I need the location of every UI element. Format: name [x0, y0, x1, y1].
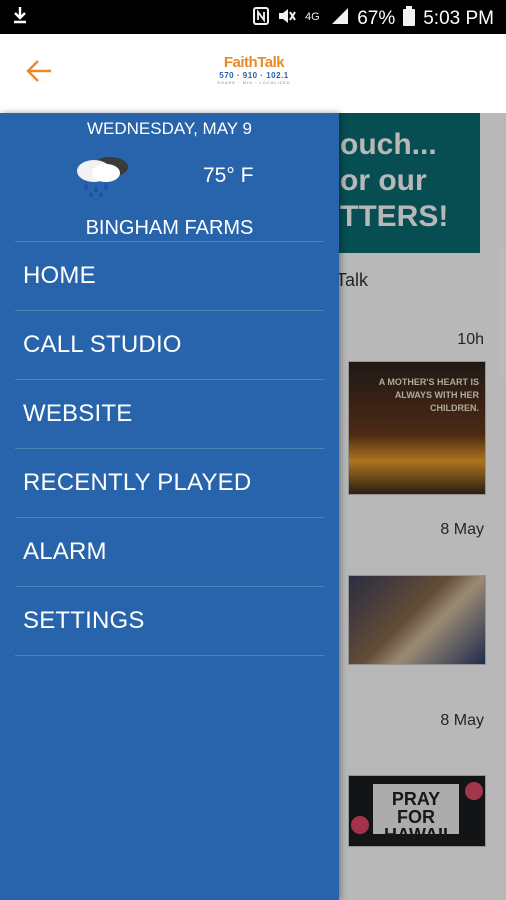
signal-icon: [331, 7, 349, 30]
menu-item-label: ALARM: [23, 538, 107, 565]
logo-frequencies: 570 · 910 · 102.1: [219, 71, 289, 80]
faithtalk-logo: FaithTalk 570 · 910 · 102.1 SHARE · MIN …: [214, 54, 294, 100]
status-bar: 4G 67% 5:03 PM: [0, 0, 506, 34]
menu-item-recently-played[interactable]: RECENTLY PLAYED: [15, 449, 324, 517]
download-icon: [12, 6, 28, 29]
battery-icon: [403, 6, 416, 31]
clock: 5:03 PM: [423, 7, 494, 29]
logo-brand: FaithTalk: [223, 54, 285, 71]
mute-icon: [277, 7, 297, 30]
battery-percent: 67%: [357, 7, 396, 29]
menu-item-label: CALL STUDIO: [23, 331, 182, 358]
divider: [15, 655, 324, 656]
arrow-left-icon[interactable]: [22, 54, 56, 88]
menu-item-label: SETTINGS: [23, 607, 145, 634]
nfc-icon: [253, 7, 270, 30]
scrollbar[interactable]: [500, 248, 506, 378]
menu-item-website[interactable]: WEBSITE: [15, 380, 324, 448]
data-icon: 4G: [305, 7, 323, 30]
rain-cloud-icon: [72, 153, 134, 197]
navigation-drawer: WEDNESDAY, MAY 9 75° F BINGHAM FARMS HOM…: [0, 113, 339, 900]
menu-item-label: HOME: [23, 262, 96, 289]
menu-item-alarm[interactable]: ALARM: [15, 518, 324, 586]
location: BINGHAM FARMS: [85, 217, 254, 239]
menu-item-settings[interactable]: SETTINGS: [15, 587, 324, 655]
temperature: 75° F: [203, 164, 254, 187]
menu-item-label: WEBSITE: [23, 400, 133, 427]
svg-text:4G: 4G: [305, 11, 320, 23]
menu-item-home[interactable]: HOME: [15, 242, 324, 310]
app-header: FaithTalk 570 · 910 · 102.1 SHARE · MIN …: [0, 34, 506, 114]
drawer-date: WEDNESDAY, MAY 9: [86, 119, 252, 138]
menu-item-label: RECENTLY PLAYED: [23, 469, 252, 496]
menu-item-call-studio[interactable]: CALL STUDIO: [15, 311, 324, 379]
logo-tagline: SHARE · MIN · LOCALIZED: [217, 80, 291, 85]
